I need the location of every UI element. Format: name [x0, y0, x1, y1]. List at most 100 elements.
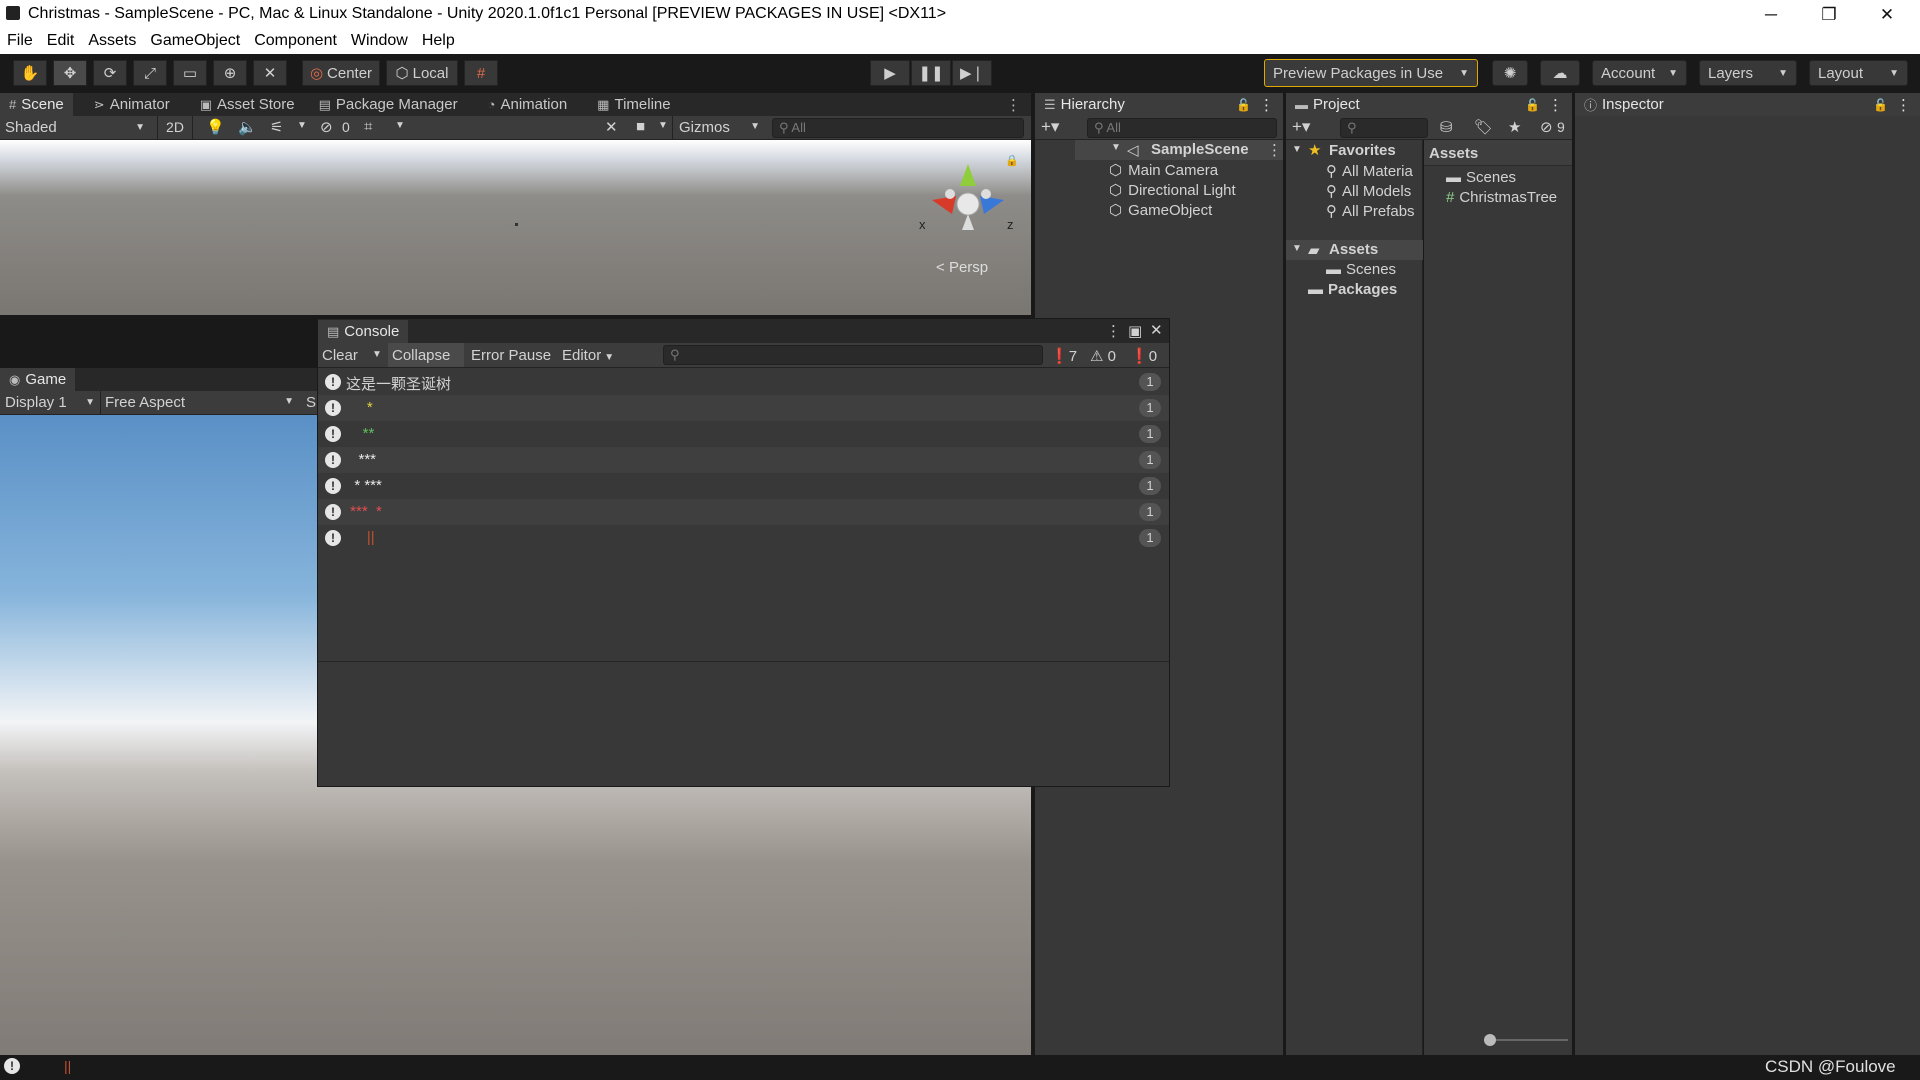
grid-snap-icon[interactable]: # — [464, 60, 498, 86]
editor-dropdown[interactable]: Editor ▼ — [562, 347, 614, 364]
hierarchy-item[interactable]: ⬡ Directional Light — [1109, 181, 1236, 199]
pause-button[interactable]: ❚❚ — [911, 60, 951, 86]
status-last-log[interactable]: || — [64, 1058, 71, 1074]
account-dropdown[interactable]: Account ▼ — [1592, 60, 1687, 86]
menu-component[interactable]: Component — [254, 29, 337, 50]
maximize-button[interactable]: ❐ — [1800, 0, 1858, 29]
scene-viewport[interactable]: x z < Persp 🔒 — [0, 140, 1031, 315]
console-search-input[interactable]: ⚲ — [663, 345, 1043, 365]
close-icon[interactable]: ✕ — [1150, 321, 1163, 339]
lock-icon[interactable]: 🔓 — [1873, 98, 1888, 112]
info-icon[interactable]: ! — [4, 1058, 20, 1074]
expand-arrow-icon[interactable]: ▼ — [1292, 243, 1302, 254]
tab-hierarchy[interactable]: ☰ Hierarchy 🔓 ⋮ — [1035, 93, 1283, 116]
tab-asset-store[interactable]: ▣ Asset Store — [191, 93, 304, 116]
icon-size-slider[interactable] — [1484, 1039, 1568, 1041]
layers-dropdown[interactable]: Layers ▼ — [1699, 60, 1797, 86]
maximize-icon[interactable]: ▣ — [1128, 322, 1142, 340]
chevron-down-icon[interactable]: ▼ — [372, 349, 382, 360]
hierarchy-search-input[interactable]: ⚲ All — [1087, 118, 1277, 138]
tab-timeline[interactable]: ▦ Timeline — [588, 93, 679, 116]
assets-folder-row[interactable]: ▼ ▰ Assets — [1286, 240, 1423, 260]
close-window-button[interactable]: ✕ — [1858, 0, 1916, 29]
more-options-icon[interactable]: ⋮ — [1006, 96, 1021, 114]
warning-count-toggle[interactable]: ⚠ 0 — [1090, 347, 1116, 365]
tab-animation[interactable]: ◔ Animation — [479, 93, 577, 116]
breadcrumb-assets[interactable]: Assets — [1429, 145, 1478, 162]
step-button[interactable]: ▶❘ — [952, 60, 992, 86]
console-log-row[interactable]: ! * *** 1 — [318, 473, 1169, 499]
add-object-button[interactable]: +▾ — [1041, 117, 1059, 137]
hierarchy-item[interactable]: ⬡ GameObject — [1109, 201, 1212, 219]
menu-edit[interactable]: Edit — [47, 29, 75, 50]
tab-game[interactable]: ◉ Game — [0, 368, 76, 391]
scale-tool-icon[interactable]: ⤢ — [133, 60, 167, 86]
more-options-icon[interactable]: ⋮ — [1896, 96, 1911, 114]
error-pause-toggle[interactable]: Error Pause — [471, 347, 551, 364]
collapse-toggle[interactable]: Collapse — [388, 343, 464, 367]
custom-tool-icon[interactable]: ✕ — [253, 60, 287, 86]
filter-label-icon[interactable]: 🏷 — [1474, 118, 1493, 136]
tab-package-manager[interactable]: ▤ Package Manager — [310, 93, 467, 116]
log-count-toggle[interactable]: ❗7 — [1050, 347, 1077, 365]
effects-icon[interactable]: ⚟ — [270, 118, 283, 136]
console-log-row[interactable]: ! *** 1 — [318, 447, 1169, 473]
scene-search-input[interactable]: ⚲ All — [772, 118, 1024, 138]
hidden-packages-icon[interactable]: ⊘ — [1540, 118, 1553, 136]
shading-mode-dropdown[interactable]: Shaded ▼ — [5, 119, 145, 136]
tab-inspector[interactable]: ⓘ Inspector 🔓 ⋮ — [1575, 93, 1920, 116]
audio-icon[interactable]: 🔈 — [238, 118, 257, 136]
console-log-row[interactable]: ! || 1 — [318, 525, 1169, 551]
chevron-down-icon[interactable]: ▼ — [297, 120, 307, 131]
slider-handle[interactable] — [1484, 1034, 1496, 1046]
transform-tool-icon[interactable]: ⊕ — [213, 60, 247, 86]
scene-row[interactable]: ▼ ◁ SampleScene ⋮ — [1075, 140, 1283, 160]
lock-icon[interactable]: 🔓 — [1525, 98, 1540, 112]
folder-item[interactable]: ▬ Scenes — [1326, 261, 1396, 278]
console-log-row[interactable]: ! ** 1 — [318, 421, 1169, 447]
menu-gameobject[interactable]: GameObject — [150, 29, 240, 50]
error-count-toggle[interactable]: ❗0 — [1130, 347, 1157, 365]
console-log-row[interactable]: ! *** * 1 — [318, 499, 1169, 525]
tab-scene[interactable]: # Scene — [0, 93, 73, 116]
expand-arrow-icon[interactable]: ▼ — [1111, 142, 1121, 153]
lock-icon[interactable]: 🔓 — [1236, 98, 1251, 112]
aspect-dropdown[interactable]: Free Aspect ▼ — [100, 391, 298, 414]
perspective-label[interactable]: < Persp — [936, 259, 988, 276]
camera-icon[interactable]: ■ — [636, 118, 645, 135]
more-options-icon[interactable]: ⋮ — [1106, 322, 1121, 340]
tab-animator[interactable]: ⋗ Animator — [85, 93, 179, 116]
toggle-2d-button[interactable]: 2D — [157, 116, 193, 139]
hidden-objects-icon[interactable]: ⊘ — [320, 118, 333, 136]
favorites-label[interactable]: Favorites — [1329, 142, 1396, 159]
scene-gizmo-icon[interactable] — [918, 162, 1018, 242]
console-log-row[interactable]: ! 这是一颗圣诞树 1 — [318, 369, 1169, 395]
pivot-local-button[interactable]: ⬡ Local — [386, 60, 458, 86]
tab-project[interactable]: ▬ Project 🔓 ⋮ — [1286, 93, 1572, 116]
more-options-icon[interactable]: ⋮ — [1259, 96, 1274, 114]
move-tool-icon[interactable]: ✥ — [53, 60, 87, 86]
chevron-down-icon[interactable]: ▼ — [658, 120, 668, 131]
hand-tool-icon[interactable]: ✋ — [13, 60, 47, 86]
lighting-icon[interactable]: 💡 — [206, 118, 225, 136]
grid-toggle-icon[interactable]: ⌗ — [364, 118, 372, 135]
menu-help[interactable]: Help — [422, 29, 455, 50]
gizmos-dropdown[interactable]: Gizmos ▼ — [672, 116, 764, 139]
cloud-icon[interactable]: ☁ — [1540, 60, 1580, 86]
minimize-button[interactable]: ─ — [1742, 0, 1800, 29]
tab-console[interactable]: ▤ Console — [318, 320, 409, 343]
packages-folder[interactable]: ▬ Packages — [1308, 281, 1397, 298]
favorite-item[interactable]: ⚲ All Materia — [1326, 162, 1413, 180]
hierarchy-item[interactable]: ⬡ Main Camera — [1109, 161, 1218, 179]
lock-icon[interactable]: 🔒 — [1005, 154, 1019, 167]
services-icon[interactable]: ✺ — [1492, 60, 1528, 86]
create-asset-button[interactable]: +▾ — [1292, 117, 1310, 137]
layout-dropdown[interactable]: Layout ▼ — [1809, 60, 1908, 86]
menu-window[interactable]: Window — [351, 29, 408, 50]
chevron-down-icon[interactable]: ▼ — [395, 120, 405, 131]
menu-assets[interactable]: Assets — [88, 29, 136, 50]
asset-item[interactable]: # ChristmasTree — [1446, 189, 1557, 206]
rotate-tool-icon[interactable]: ⟳ — [93, 60, 127, 86]
display-dropdown[interactable]: Display 1 ▼ — [5, 394, 95, 411]
project-search-input[interactable]: ⚲ — [1340, 118, 1428, 138]
